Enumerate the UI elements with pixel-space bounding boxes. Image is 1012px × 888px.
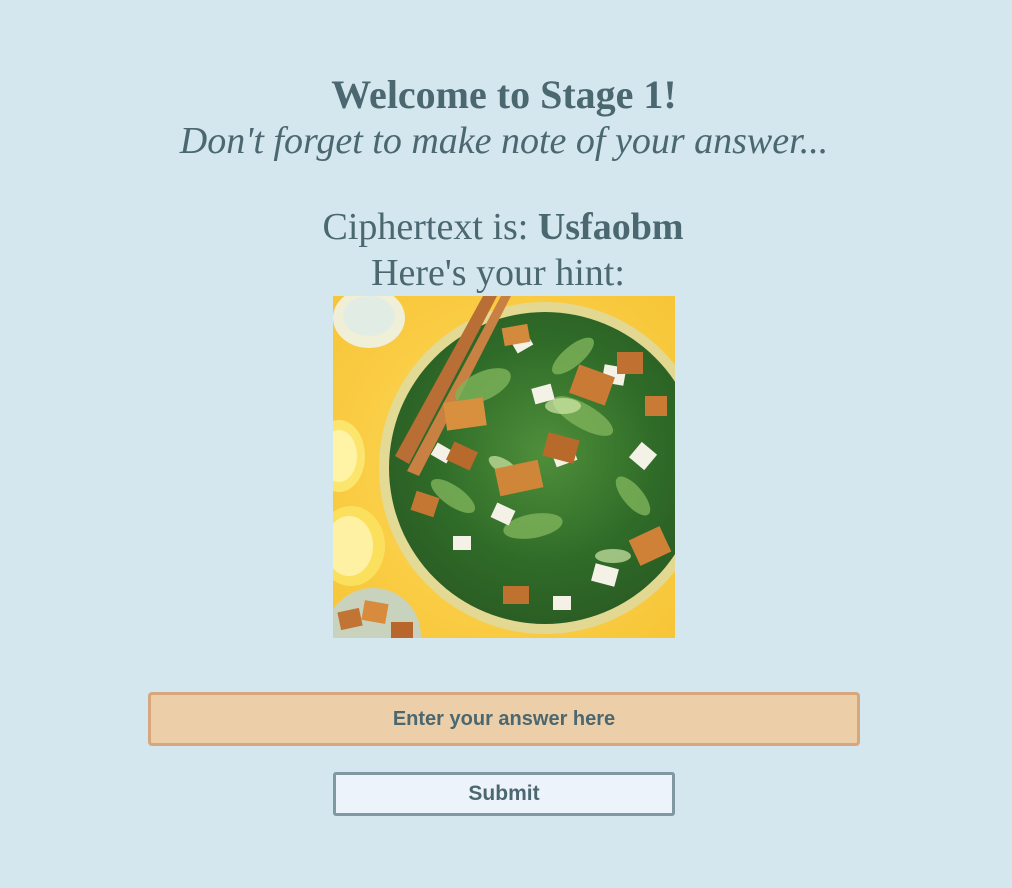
ciphertext-label: Ciphertext is: <box>322 206 538 248</box>
caesar-salad-image <box>333 296 675 638</box>
ciphertext-line: Ciphertext is: Usfaobm <box>0 204 1006 250</box>
page-subtitle: Don't forget to make note of your answer… <box>179 120 829 162</box>
page-title: Welcome to Stage 1! <box>331 72 677 117</box>
page-heading: Welcome to Stage 1! Don't forget to make… <box>0 72 1008 164</box>
answer-input[interactable] <box>148 692 860 746</box>
submit-button[interactable]: Submit <box>333 772 675 816</box>
hint-label: Here's your hint: <box>371 252 625 294</box>
ciphertext-value: Usfaobm <box>537 206 684 248</box>
salad-photo-icon <box>333 296 675 638</box>
